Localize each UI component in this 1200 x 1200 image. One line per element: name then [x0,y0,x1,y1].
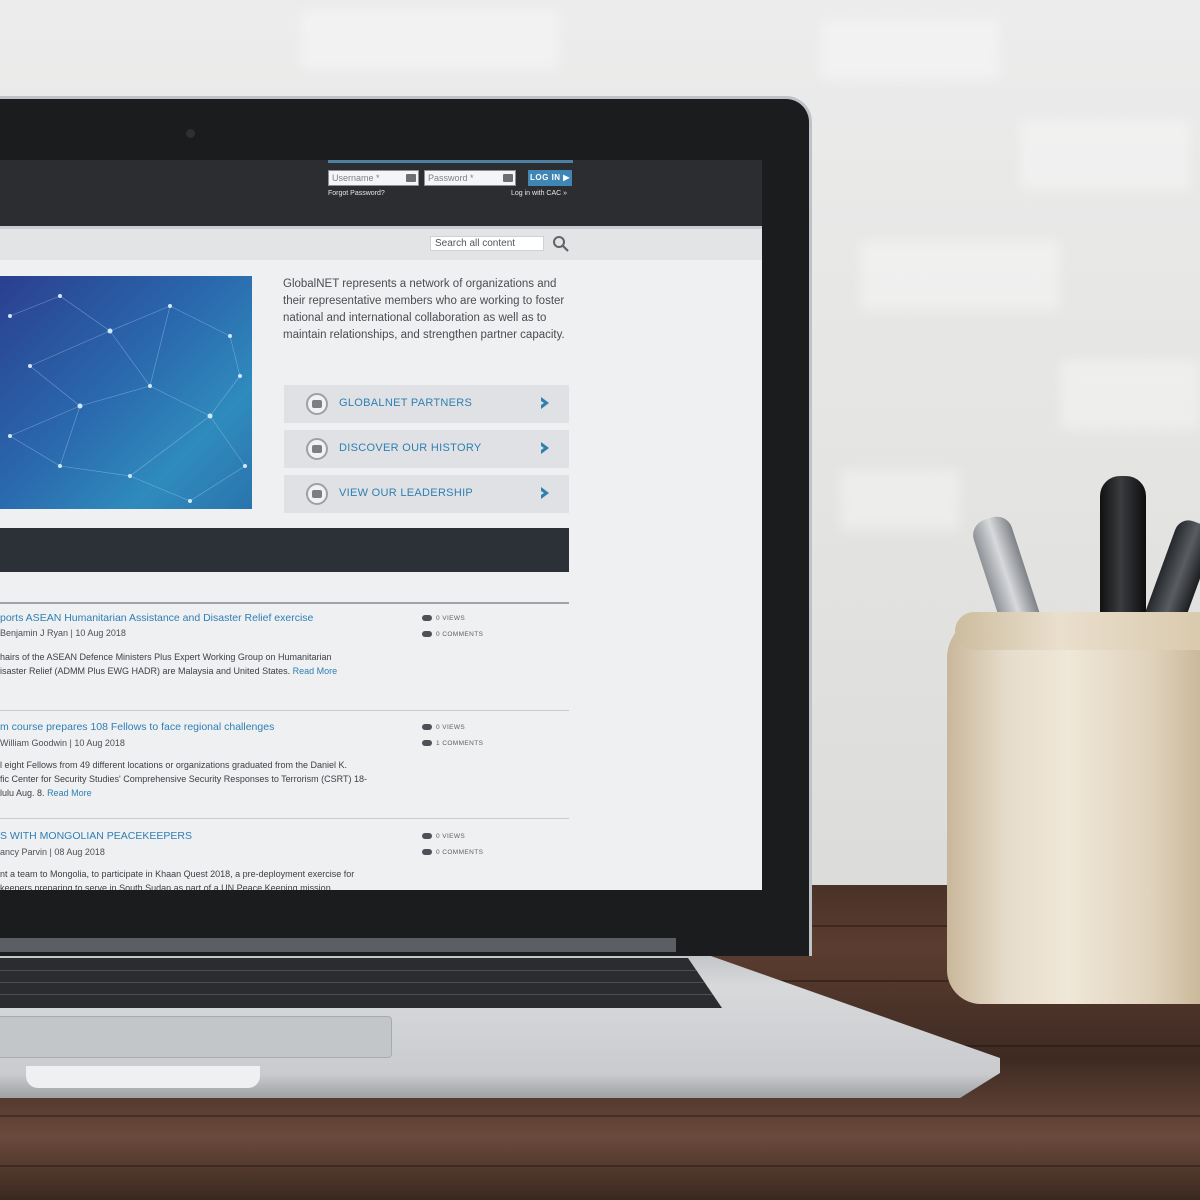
article-body-text: isaster Relief (ADMM Plus EWG HADR) are … [0,666,291,676]
cta-label: DISCOVER OUR HISTORY [339,442,482,454]
cta-label: GLOBALNET PARTNERS [339,397,473,409]
wall-brick [1060,360,1200,430]
seal-icon [306,438,328,460]
wall-brick [300,10,560,70]
network-hero-image [0,276,252,509]
laptop-screen: Username * Password * LOG IN ▶ Forgot Pa… [0,160,762,890]
article-body: l eight Fellows from 49 different locati… [0,758,400,800]
chevron-right-icon [541,487,549,499]
site-header: Username * Password * LOG IN ▶ Forgot Pa… [0,160,762,226]
article-meta: William Goodwin | 10 Aug 2018 [0,738,125,748]
article-title[interactable]: ports ASEAN Humanitarian Assistance and … [0,612,313,624]
marker-pen-black [1100,476,1146,621]
cta-view-leadership[interactable]: VIEW OUR LEADERSHIP [284,475,569,513]
article-body: hairs of the ASEAN Defence Ministers Plu… [0,650,400,678]
article-body-line: hairs of the ASEAN Defence Ministers Plu… [0,652,332,662]
cta-discover-history[interactable]: DISCOVER OUR HISTORY [284,430,569,468]
laptop-keyboard [0,958,722,1008]
login-accent-bar [328,160,573,163]
wall-brick [840,470,960,530]
eye-icon [422,724,432,731]
eye-icon [422,615,432,622]
article-body-line: nt a team to Mongolia, to participate in… [0,869,355,879]
laptop-front-notch [26,1066,260,1088]
laptop-hinge [0,938,676,952]
article-body: nt a team to Mongolia, to participate in… [0,867,400,890]
comments-count: 1 COMMENTS [422,740,483,747]
section-band [0,528,569,572]
article-meta: ancy Parvin | 08 Aug 2018 [0,847,105,857]
cac-login-link[interactable]: Log in with CAC » [511,190,567,197]
comments-label: 0 COMMENTS [436,631,484,638]
search-bar: Search all content [0,226,762,260]
password-field[interactable]: Password * [424,170,516,186]
views-label: 0 VIEWS [436,615,466,622]
article-body-line: isaster Relief (ADMM Plus EWG HADR) are … [0,664,400,678]
search-icon[interactable] [552,235,570,253]
article-body-line: lulu Aug. 8. Read More [0,786,400,800]
username-placeholder: Username * [332,173,380,183]
views-count: 0 VIEWS [422,615,465,622]
read-more-link[interactable]: Read More [293,666,338,676]
views-label: 0 VIEWS [436,724,466,731]
input-key-icon [406,174,416,182]
comment-icon [422,631,432,638]
articles-divider [0,602,569,604]
intro-text: GlobalNET represents a network of organi… [283,278,565,341]
network-graphic [8,294,247,503]
read-more-link[interactable]: Read More [47,788,92,798]
comment-icon [422,849,432,856]
article-title[interactable]: S WITH MONGOLIAN PEACEKEEPERS [0,830,192,842]
chevron-right-icon [541,397,549,409]
views-count: 0 VIEWS [422,724,465,731]
seal-icon [306,393,328,415]
wall-brick [820,20,1000,80]
input-key-icon [503,174,513,182]
camera-icon [186,129,195,138]
article-body-line: fic Center for Security Studies' Compreh… [0,774,368,784]
search-input[interactable]: Search all content [430,236,544,251]
views-label: 0 VIEWS [436,833,466,840]
seal-icon [306,483,328,505]
eye-icon [422,833,432,840]
laptop-trackpad [0,1016,392,1058]
article-title[interactable]: m course prepares 108 Fellows to face re… [0,721,274,733]
pen-pot-rim [955,612,1200,650]
cta-label: VIEW OUR LEADERSHIP [339,487,474,499]
article-body-line: keepers preparing to serve in South Suda… [0,883,334,890]
login-button[interactable]: LOG IN ▶ [528,170,572,186]
username-field[interactable]: Username * [328,170,419,186]
cta-globalnet-partners[interactable]: GLOBALNET PARTNERS [284,385,569,423]
ceramic-pen-pot [947,616,1200,1004]
article-meta: Benjamin J Ryan | 10 Aug 2018 [0,628,126,638]
article-divider [0,710,569,711]
chevron-right-icon [541,442,549,454]
wall-brick [860,240,1060,310]
views-count: 0 VIEWS [422,833,465,840]
password-placeholder: Password * [428,173,474,183]
comments-label: 1 COMMENTS [436,740,484,747]
comment-icon [422,740,432,747]
forgot-password-link[interactable]: Forgot Password? [328,190,385,197]
article-body-line: l eight Fellows from 49 different locati… [0,760,348,770]
wall-brick [1020,120,1190,190]
article-divider [0,818,569,819]
article-body-text: lulu Aug. 8. [0,788,45,798]
comments-count: 0 COMMENTS [422,849,483,856]
comments-label: 0 COMMENTS [436,849,484,856]
comments-count: 0 COMMENTS [422,631,483,638]
